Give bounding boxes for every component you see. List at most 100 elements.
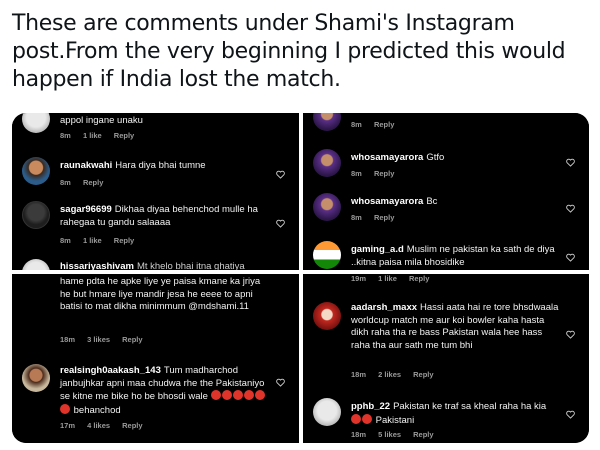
reply-button[interactable]: Reply [374, 120, 394, 129]
comment-meta: 8m Reply [351, 213, 404, 222]
comment-likes[interactable]: 1 like [83, 131, 102, 140]
comment-time: 18m [60, 335, 76, 344]
comment-time: 19m [351, 274, 367, 283]
comment-body-end: behanchod [73, 404, 121, 416]
comment-username[interactable]: whosamayarora [351, 152, 423, 163]
comment-text: aadarsh_maxx Hassi aata hai re tore bhsdw… [351, 302, 559, 352]
comment-username[interactable]: pphb_22 [351, 401, 390, 412]
screenshot-panel-top-right: 8m Reply whosamayarora Gtfo 8m Reply whos… [303, 113, 589, 270]
comment-time: 8m [351, 120, 362, 129]
reply-button[interactable]: Reply [409, 274, 429, 283]
comment-meta: 8m Reply [351, 169, 404, 178]
avatar[interactable] [313, 302, 341, 330]
avatar[interactable] [22, 157, 50, 185]
avatar[interactable] [22, 201, 50, 229]
avatar[interactable] [22, 364, 50, 392]
comment-time: 17m [60, 421, 76, 430]
comment-text: sagar96699 Dikhaa diyaa behenchod mulle h… [60, 204, 269, 229]
comment-time: 8m [351, 213, 362, 222]
comment-likes[interactable]: 5 likes [378, 430, 401, 439]
reply-button[interactable]: Reply [413, 370, 433, 379]
comment-likes[interactable]: 1 like [83, 236, 102, 245]
heart-outline-icon[interactable] [276, 219, 285, 228]
comment-username[interactable]: gaming_a.d [351, 244, 404, 255]
reply-button[interactable]: Reply [413, 430, 433, 439]
avatar[interactable] [22, 259, 50, 270]
comment-time: 8m [60, 236, 71, 245]
avatar[interactable] [313, 398, 341, 426]
comment-meta: 8m 1 like Reply [60, 131, 144, 140]
reply-button[interactable]: Reply [374, 213, 394, 222]
reply-button[interactable]: Reply [114, 236, 134, 245]
comment-meta: 8m Reply [60, 178, 113, 187]
red-face-emoji-icon [254, 390, 265, 400]
comment-text: realsingh0aakash_143 Tum madharchod janbu… [60, 365, 269, 417]
reply-button[interactable]: Reply [114, 131, 134, 140]
red-face-emoji-icon [351, 413, 361, 424]
heart-outline-icon[interactable] [276, 378, 285, 387]
red-face-emoji-icon [362, 413, 372, 424]
comment-meta: 8m Reply [351, 120, 404, 129]
avatar[interactable] [313, 193, 341, 221]
collage-divider-horizontal [12, 270, 589, 274]
comment-time: 8m [351, 169, 362, 178]
reply-button[interactable]: Reply [374, 169, 394, 178]
comment-body-end: Pakistani [375, 414, 415, 426]
comment-meta: 18m 2 likes Reply [351, 370, 444, 379]
reply-button[interactable]: Reply [83, 178, 103, 187]
screenshot-panel-bottom-right: 19m 1 like Reply aadarsh_maxx Hassi aata … [303, 274, 589, 443]
comment-text: pphb_22 Pakistan ke traf sa kheal raha ha… [351, 401, 559, 427]
comment-meta: 18m 3 likes Reply [60, 335, 153, 344]
comment-username[interactable]: whosamayarora [351, 196, 423, 207]
comment-text: whosamayarora Gtfo [351, 152, 559, 165]
heart-outline-icon[interactable] [566, 253, 575, 262]
heart-outline-icon[interactable] [566, 410, 575, 419]
reply-button[interactable]: Reply [122, 335, 142, 344]
tweet-media-collage[interactable]: appol ingane unaku 8m 1 like Reply rauna… [12, 113, 589, 443]
screenshot-panel-top-left: appol ingane unaku 8m 1 like Reply rauna… [12, 113, 299, 270]
red-face-emoji-icon [210, 390, 221, 400]
comment-text: gaming_a.d Muslim ne pakistan ka sath de … [351, 244, 559, 269]
reply-button[interactable]: Reply [122, 421, 142, 430]
comment-username[interactable]: realsingh0aakash_143 [60, 365, 161, 376]
avatar[interactable] [313, 149, 341, 177]
comment-username[interactable]: hissariyashivam [60, 261, 134, 270]
comment-text: whosamayarora Bc [351, 196, 559, 209]
comment-meta: 8m 1 like Reply [60, 236, 144, 245]
comment-body: Hara diya bhai tumne [115, 160, 206, 171]
comment-text: hame pdta he apke liye ye paisa kmane ka… [60, 276, 261, 312]
comment-meta: 17m 4 likes Reply [60, 421, 153, 430]
comment-time: 8m [60, 178, 71, 187]
heart-outline-icon[interactable] [276, 170, 285, 179]
avatar[interactable] [22, 113, 50, 133]
comment-time: 18m [351, 430, 367, 439]
comment-username[interactable]: sagar96699 [60, 204, 112, 215]
comment-text: hissariyashivam Mt khelo bhai itna ghatiy… [60, 261, 269, 270]
comment-username[interactable]: raunakwahi [60, 160, 112, 171]
heart-outline-icon[interactable] [566, 204, 575, 213]
collage-divider-vertical [299, 113, 303, 443]
comment-time: 8m [60, 131, 71, 140]
red-face-emoji-icon [243, 390, 254, 400]
avatar[interactable] [313, 113, 341, 131]
comment-likes[interactable]: 4 likes [87, 421, 110, 430]
comment-meta: 19m 1 like Reply [351, 274, 439, 283]
comment-meta: 18m 5 likes Reply [351, 430, 444, 439]
comment-text: appol ingane unaku [60, 115, 143, 126]
comment-likes[interactable]: 3 likes [87, 335, 110, 344]
comment-text: raunakwahi Hara diya bhai tumne [60, 160, 269, 173]
red-face-emoji-icon [221, 390, 232, 400]
red-face-emoji-icon [232, 390, 243, 400]
comment-username[interactable]: aadarsh_maxx [351, 302, 417, 313]
screenshot-panel-bottom-left: hame pdta he apke liye ye paisa kmane ka… [12, 274, 299, 443]
comment-body: Bc [426, 196, 438, 207]
heart-outline-icon[interactable] [566, 158, 575, 167]
comment-body: Gtfo [426, 152, 445, 163]
comment-likes[interactable]: 2 likes [378, 370, 401, 379]
red-face-emoji-icon [60, 403, 70, 414]
comment-likes[interactable]: 1 like [378, 274, 397, 283]
comment-body: Mt khelo bhai itna ghatiya [136, 261, 245, 270]
avatar[interactable] [313, 241, 341, 269]
comment-body: Pakistan ke traf sa kheal raha ha kia [393, 401, 547, 412]
heart-outline-icon[interactable] [566, 330, 575, 339]
